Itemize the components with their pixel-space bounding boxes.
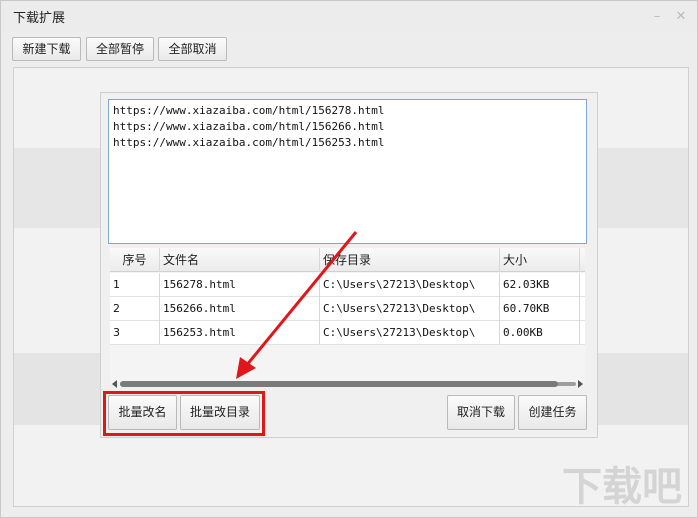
svg-text:下载吧: 下载吧 — [562, 464, 682, 510]
watermark-logo: 下载吧 — [562, 464, 682, 510]
annotation-arrow-icon — [236, 231, 358, 379]
